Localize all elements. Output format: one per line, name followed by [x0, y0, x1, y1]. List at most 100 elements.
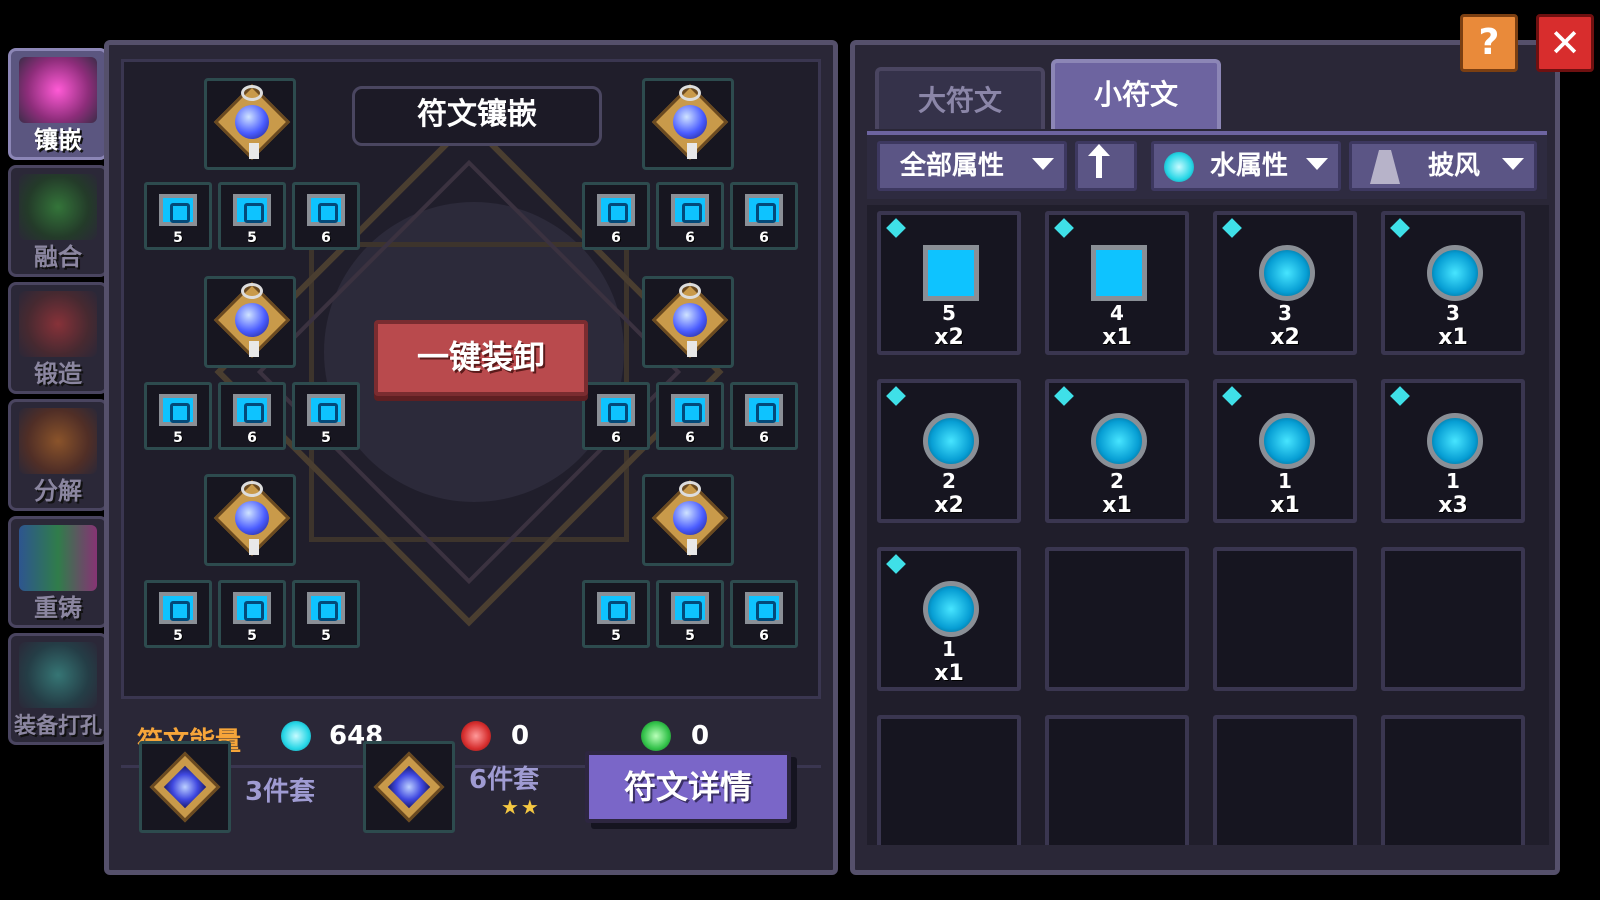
big-rune-slot[interactable] — [204, 276, 296, 368]
rune-quantity: x2 — [934, 493, 964, 518]
inventory-cell-empty[interactable] — [1381, 715, 1525, 845]
small-rune-slot[interactable]: 6 — [656, 382, 724, 450]
small-rune-slot[interactable]: 5 — [144, 580, 212, 648]
rune-level: 6 — [685, 230, 695, 246]
rune-detail-button[interactable]: 符文详情 — [585, 751, 791, 823]
small-rune-slot[interactable]: 6 — [656, 182, 724, 250]
big-rune-slot[interactable] — [204, 78, 296, 170]
water-element-icon — [886, 218, 906, 238]
nav-recast[interactable]: 重铸 — [8, 516, 108, 628]
tag-icon — [687, 341, 697, 357]
set3-rune-slot[interactable] — [139, 741, 231, 833]
nav-decompose[interactable]: 分解 — [8, 399, 108, 511]
rune-icon — [923, 581, 979, 637]
small-rune-slot[interactable]: 5 — [582, 580, 650, 648]
tab-small-rune[interactable]: 小符文 — [1051, 59, 1221, 129]
tab-big-rune[interactable]: 大符文 — [875, 67, 1045, 129]
rune-icon — [233, 592, 271, 624]
element-filter-dropdown[interactable]: 水属性 — [1151, 141, 1341, 191]
small-rune-slot[interactable]: 5 — [218, 182, 286, 250]
gem-icon — [673, 501, 707, 535]
help-button[interactable]: ? — [1460, 14, 1518, 72]
arrow-up-icon — [1088, 144, 1110, 178]
rune-level: 6 — [611, 230, 621, 246]
nav-socket[interactable]: 装备打孔 — [8, 633, 108, 745]
tag-icon — [687, 143, 697, 159]
water-element-icon — [1222, 386, 1242, 406]
water-element-icon — [1390, 218, 1410, 238]
rune-icon — [1259, 245, 1315, 301]
chevron-down-icon — [1502, 158, 1524, 170]
socket-icon — [19, 642, 97, 708]
nav-inlay-label: 镶嵌 — [34, 126, 82, 154]
small-rune-slot[interactable]: 5 — [218, 580, 286, 648]
nav-inlay[interactable]: 镶嵌 — [8, 48, 108, 160]
big-rune-slot[interactable] — [642, 276, 734, 368]
attribute-filter-dropdown[interactable]: 全部属性 — [877, 141, 1067, 191]
rune-icon — [671, 592, 709, 624]
rune-icon — [1427, 245, 1483, 301]
small-rune-slot[interactable]: 6 — [730, 382, 798, 450]
small-rune-slot[interactable]: 6 — [292, 182, 360, 250]
sort-order-button[interactable] — [1075, 141, 1137, 191]
close-button[interactable]: ✕ — [1536, 14, 1594, 72]
rune-icon — [307, 592, 345, 624]
rune-quantity: x1 — [934, 661, 964, 686]
small-rune-slot[interactable]: 6 — [218, 382, 286, 450]
nav-forge[interactable]: 锻造 — [8, 282, 108, 394]
water-element-icon — [1054, 218, 1074, 238]
inventory-cell[interactable]: 5 x2 — [877, 211, 1021, 355]
rune-quantity: x2 — [1270, 325, 1300, 350]
inventory-cell-empty[interactable] — [1213, 547, 1357, 691]
big-rune-slot[interactable] — [642, 474, 734, 566]
star-rating: ★★ — [501, 795, 541, 819]
small-rune-slot[interactable]: 5 — [292, 580, 360, 648]
rune-level: 5 — [173, 430, 183, 446]
gem-icon — [673, 105, 707, 139]
inventory-cell[interactable]: 2 x1 — [1045, 379, 1189, 523]
small-rune-slot[interactable]: 6 — [582, 382, 650, 450]
nav-fusion[interactable]: 融合 — [8, 165, 108, 277]
small-rune-slot[interactable]: 5 — [656, 580, 724, 648]
small-rune-slot[interactable]: 5 — [292, 382, 360, 450]
gem-icon — [235, 105, 269, 139]
rune-icon — [745, 194, 783, 226]
small-rune-slot[interactable]: 6 — [730, 580, 798, 648]
small-rune-slot[interactable]: 5 — [144, 382, 212, 450]
inventory-cell-empty[interactable] — [1045, 547, 1189, 691]
rune-icon — [745, 394, 783, 426]
inventory-cell[interactable]: 1 x1 — [1213, 379, 1357, 523]
small-rune-slot[interactable]: 5 — [144, 182, 212, 250]
inventory-cell-empty[interactable] — [1381, 547, 1525, 691]
big-rune-slot[interactable] — [204, 474, 296, 566]
inventory-cell-empty[interactable] — [1045, 715, 1189, 845]
fire-energy-icon — [461, 721, 491, 751]
inventory-cell[interactable]: 3 x2 — [1213, 211, 1357, 355]
inlay-title: 符文镶嵌 — [352, 86, 602, 146]
set6-rune-slot[interactable] — [363, 741, 455, 833]
rune-icon — [159, 394, 197, 426]
tag-icon — [687, 539, 697, 555]
big-rune-slot[interactable] — [642, 78, 734, 170]
rune-inventory-grid: 5 x2 4 x1 3 x2 3 x1 2 x2 2 x1 1 x1 1 x3 … — [867, 205, 1549, 845]
one-click-unequip-button[interactable]: 一键装卸 — [374, 320, 588, 396]
slot-filter-dropdown[interactable]: 披风 — [1349, 141, 1537, 191]
inventory-cell[interactable]: 2 x2 — [877, 379, 1021, 523]
inventory-cell[interactable]: 4 x1 — [1045, 211, 1189, 355]
rune-level: 1 — [1446, 469, 1460, 493]
rune-level: 6 — [759, 430, 769, 446]
nav-recast-label: 重铸 — [34, 594, 82, 622]
rune-icon — [923, 245, 979, 301]
rune-level: 6 — [685, 430, 695, 446]
small-rune-slot[interactable]: 6 — [582, 182, 650, 250]
ring-icon — [241, 481, 263, 497]
inventory-cell-empty[interactable] — [1213, 715, 1357, 845]
rune-level: 6 — [759, 628, 769, 644]
small-rune-slot[interactable]: 6 — [730, 182, 798, 250]
inventory-cell[interactable]: 1 x3 — [1381, 379, 1525, 523]
rune-icon — [745, 592, 783, 624]
inventory-cell-empty[interactable] — [877, 715, 1021, 845]
rune-icon — [233, 394, 271, 426]
inventory-cell[interactable]: 1 x1 — [877, 547, 1021, 691]
inventory-cell[interactable]: 3 x1 — [1381, 211, 1525, 355]
